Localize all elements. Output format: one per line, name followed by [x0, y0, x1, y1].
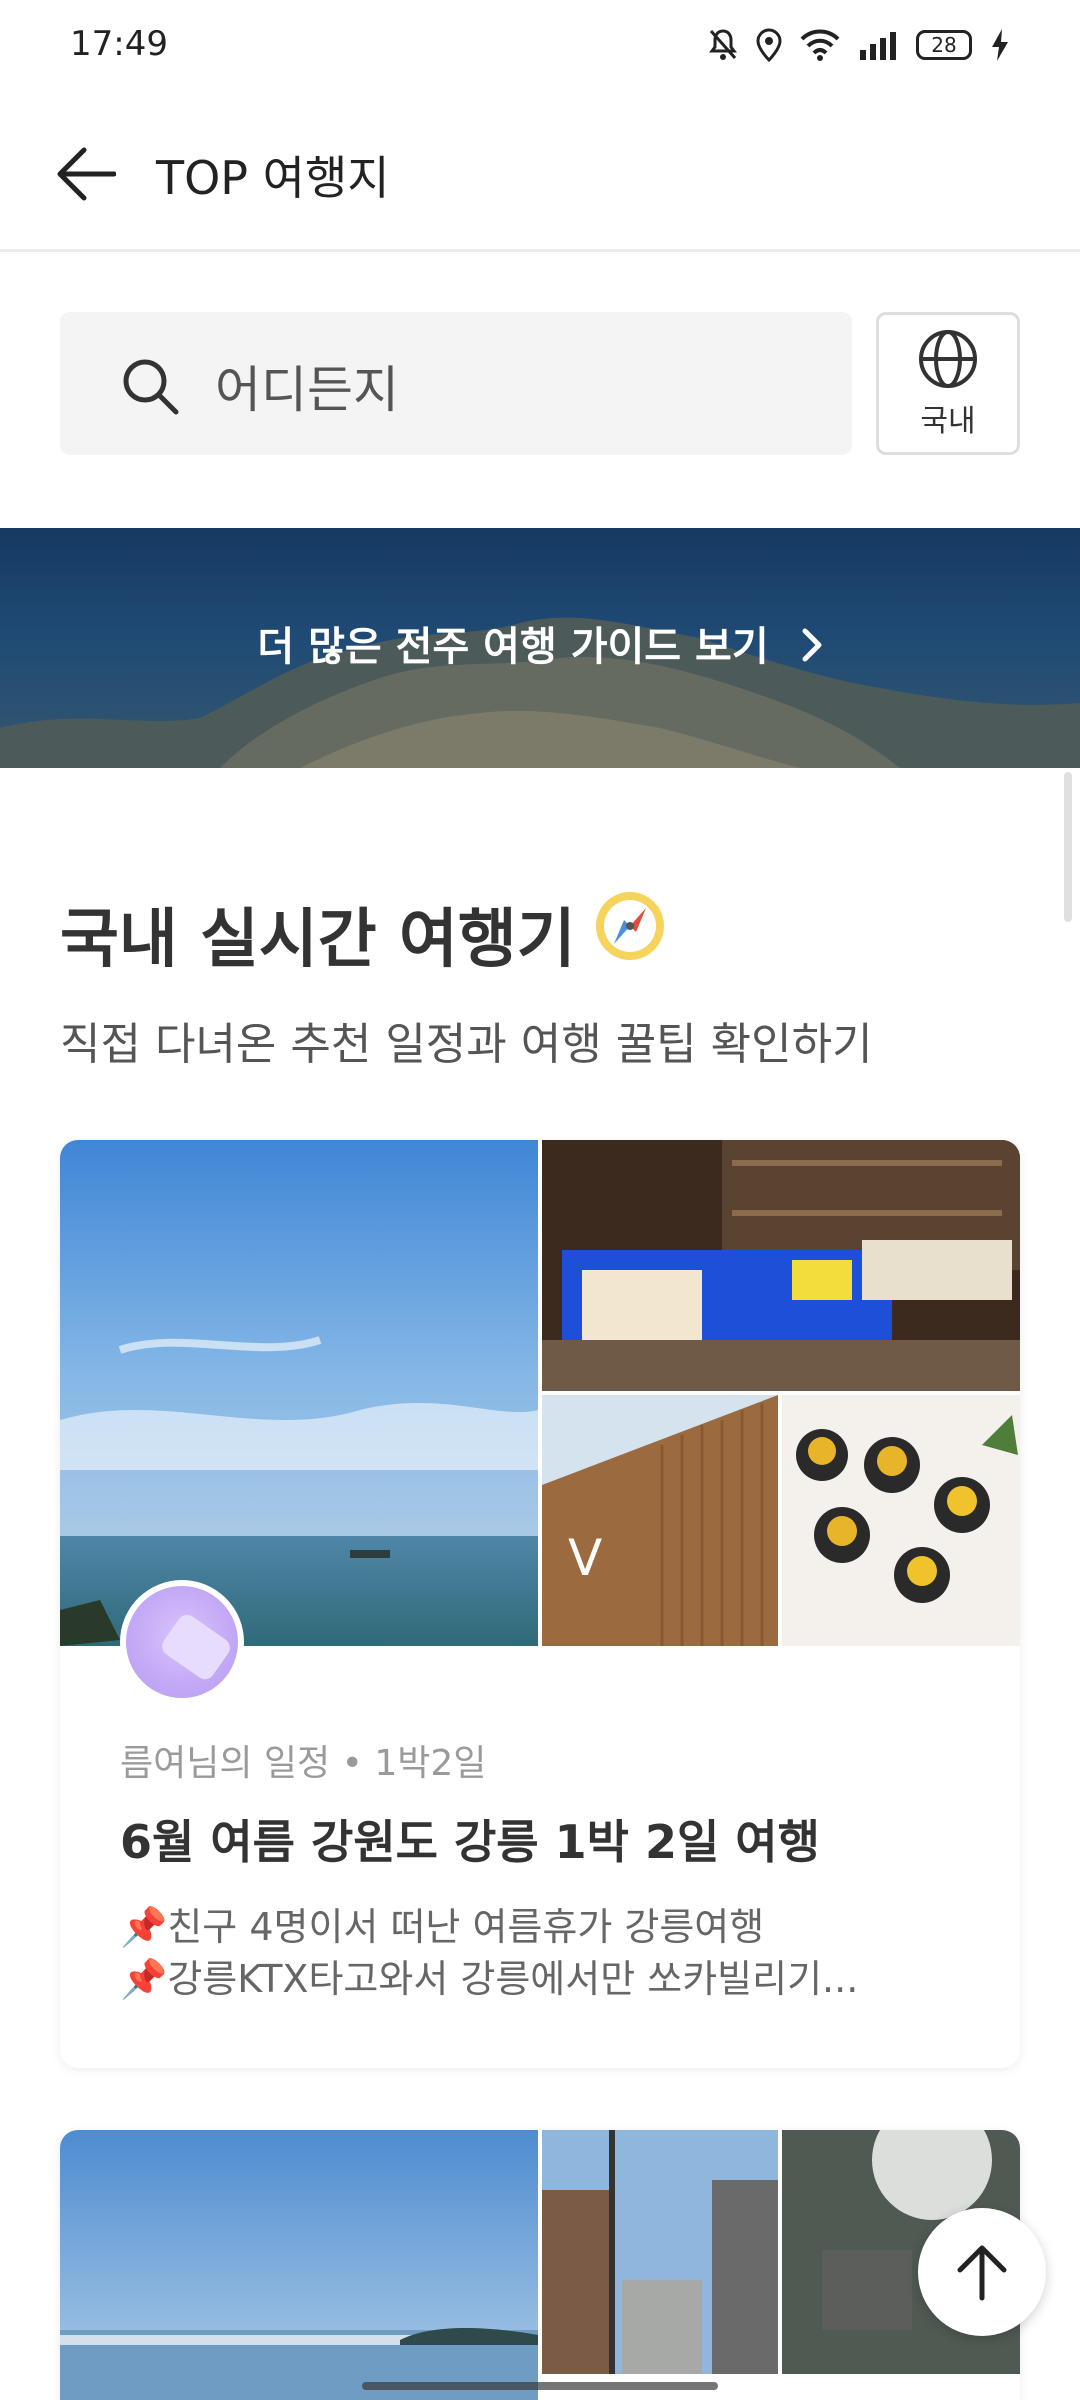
status-bar: 17:49 28 — [0, 0, 1080, 96]
travel-card[interactable] — [60, 2130, 1020, 2400]
location-icon — [756, 28, 782, 62]
compass-icon — [592, 888, 668, 980]
battery-icon: 28 — [916, 30, 972, 60]
card-title: 6월 여름 강원도 강릉 1박 2일 여행 — [120, 1815, 820, 1869]
home-indicator[interactable] — [362, 2382, 718, 2390]
photo-food — [782, 1395, 1020, 1646]
arrow-up-icon — [957, 2245, 1007, 2301]
section-title-text: 국내 실시간 여행기 — [60, 903, 576, 977]
status-icons: 28 — [708, 28, 1010, 62]
search-icon — [123, 359, 179, 415]
meta-separator: • — [341, 1743, 363, 1784]
banner-label: 더 많은 전주 여행 가이드 보기 — [0, 614, 1080, 672]
guide-banner[interactable]: 더 많은 전주 여행 가이드 보기 — [0, 528, 1080, 768]
section-title: 국내 실시간 여행기 — [60, 888, 668, 980]
region-label: 국내 — [920, 403, 976, 439]
photo-sea — [60, 1140, 538, 1646]
search-input[interactable]: 어디든지 — [60, 312, 852, 455]
chevron-right-icon — [801, 626, 823, 672]
svg-text:V: V — [568, 1529, 602, 1587]
card-description-line1: 📌친구 4명이서 떠난 여름휴가 강릉여행 — [120, 1905, 765, 1949]
travel-card[interactable]: V 름여님의 일정 • 1박2일 6월 여름 강원도 강릉 1박 2일 여행 📌… — [60, 1140, 1020, 2068]
card-author: 름여님의 일정 — [120, 1743, 331, 1784]
card-description-line2: 📌강릉KTX타고와서 강릉에서만 쏘카빌리기... — [120, 1957, 859, 2001]
bell-off-icon — [708, 28, 738, 62]
signal-icon — [858, 30, 898, 60]
status-time: 17:49 — [70, 24, 168, 64]
card-duration: 1박2일 — [374, 1743, 487, 1784]
photo-shop — [542, 1140, 1020, 1391]
app-bar: TOP 여행지 — [0, 96, 1080, 252]
charging-icon — [990, 28, 1010, 62]
photo-alley — [542, 2130, 778, 2374]
wifi-icon — [800, 29, 840, 61]
avatar[interactable] — [120, 1580, 244, 1704]
arrow-left-icon — [57, 147, 116, 201]
scrollbar[interactable] — [1064, 772, 1072, 922]
globe-icon — [919, 329, 977, 388]
region-button[interactable]: 국내 — [876, 312, 1020, 455]
scroll-top-button[interactable] — [918, 2208, 1046, 2336]
section-subtitle: 직접 다녀온 추천 일정과 여행 꿀팁 확인하기 — [60, 1019, 873, 1070]
photo-sea-2 — [60, 2130, 538, 2400]
card-photos: V — [60, 1140, 1020, 1646]
page-title: TOP 여행지 — [156, 151, 390, 205]
search-value: 어디든지 — [215, 361, 399, 419]
back-button[interactable] — [50, 138, 122, 210]
photo-building: V — [542, 1395, 778, 1646]
banner-text: 더 많은 전주 여행 가이드 보기 — [257, 624, 769, 670]
card-meta: 름여님의 일정 • 1박2일 — [120, 1734, 486, 1786]
